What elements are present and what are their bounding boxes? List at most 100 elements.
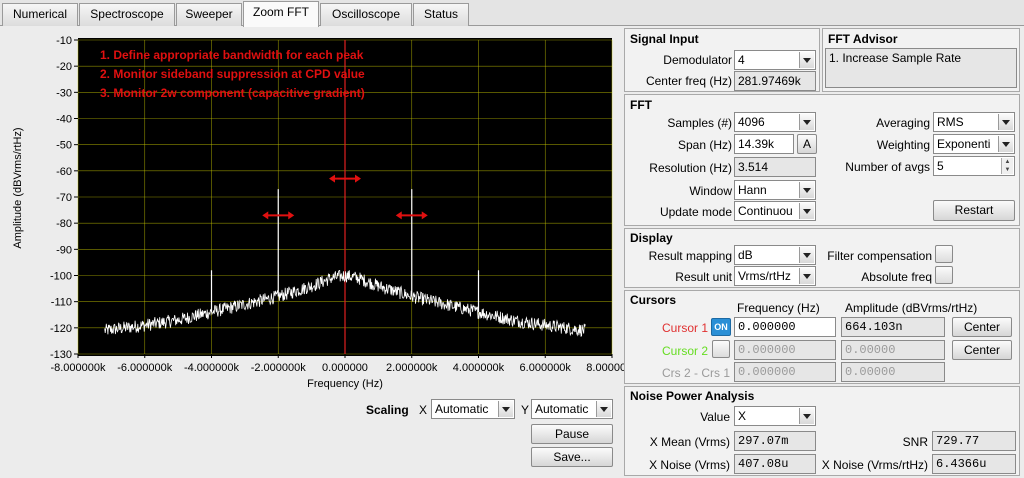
chevron-down-icon — [498, 401, 513, 417]
samples-select[interactable]: 4096 — [734, 112, 816, 132]
restart-button[interactable]: Restart — [933, 200, 1015, 221]
cursor-2-toggle[interactable] — [712, 340, 730, 358]
spinner-icon[interactable]: ▲ ▼ — [1001, 158, 1013, 174]
cursor-diff-label: Crs 2 - Crs 1 — [661, 366, 730, 380]
resolution-label: Resolution (Hz) — [649, 161, 732, 175]
cursor-2-center-button[interactable]: Center — [952, 340, 1012, 360]
x-noise-density-label: X Noise (Vrms/rtHz) — [821, 458, 928, 472]
chevron-down-icon — [799, 408, 814, 424]
y-tick-label: -70 — [56, 192, 72, 204]
weighting-select[interactable]: Exponenti — [933, 134, 1015, 154]
span-auto-button[interactable]: A — [797, 134, 817, 154]
center-freq-label: Center freq (Hz) — [645, 74, 732, 88]
y-tick-label: -50 — [56, 140, 72, 152]
frequency-header: Frequency (Hz) — [737, 301, 820, 315]
y-axis-label: Amplitude (dBVrms/rtHz) — [12, 127, 24, 249]
result-mapping-select[interactable]: dB — [734, 245, 816, 265]
x-mean-value: 297.07m — [734, 431, 816, 451]
x-scale-label: X — [419, 403, 428, 417]
chevron-down-icon — [998, 136, 1013, 152]
display-title: Display — [630, 231, 673, 245]
num-avgs-input[interactable]: 5 ▲ ▼ — [933, 156, 1015, 176]
span-label: Span (Hz) — [677, 138, 732, 152]
y-tick-label: -130 — [50, 349, 72, 361]
y-tick-label: -80 — [56, 218, 72, 230]
filter-compensation-label: Filter compensation — [827, 249, 932, 263]
window-select[interactable]: Hann — [734, 180, 816, 200]
chevron-down-icon — [799, 203, 814, 219]
arrow-head-left — [329, 174, 335, 183]
x-tick-label: 8.000000k — [586, 362, 624, 374]
x-noise-label: X Noise (Vrms) — [649, 458, 730, 472]
tab-zoom-fft[interactable]: Zoom FFT — [243, 1, 319, 27]
filter-compensation-checkbox[interactable] — [935, 245, 953, 263]
cursor-1-on-toggle[interactable]: ON — [711, 318, 731, 336]
save-button[interactable]: Save... — [531, 447, 613, 467]
arrow-head-right — [421, 211, 428, 220]
arrow-head-left — [395, 211, 402, 220]
y-tick-label: -20 — [56, 61, 72, 73]
cursor-diff-frequency: 0.000000 — [734, 362, 836, 382]
num-avgs-label: Number of avgs — [845, 160, 930, 174]
cursor-2-amplitude: 0.00000 — [841, 340, 945, 360]
center-freq-value: 281.97469k — [734, 71, 816, 91]
cursor-1-amplitude: 664.103n — [841, 317, 945, 337]
y-scale-label: Y — [521, 403, 530, 417]
x-tick-label: -8.000000k — [50, 362, 106, 374]
noise-value-label: Value — [700, 410, 730, 424]
scaling-label: Scaling — [366, 403, 409, 417]
noise-power-title: Noise Power Analysis — [630, 389, 755, 403]
update-mode-select[interactable]: Continuou — [734, 201, 816, 221]
samples-label: Samples (#) — [667, 116, 732, 130]
result-unit-label: Result unit — [675, 270, 732, 284]
y-tick-label: -100 — [50, 271, 72, 283]
absolute-freq-label: Absolute freq — [861, 270, 932, 284]
x-tick-label: -4.000000k — [184, 362, 240, 374]
window-label: Window — [689, 184, 732, 198]
x-noise-density-value: 6.4366u — [932, 454, 1016, 474]
weighting-label: Weighting — [876, 138, 930, 152]
x-tick-label: 4.000000k — [453, 362, 505, 374]
fft-advisor-title: FFT Advisor — [828, 32, 898, 46]
result-mapping-label: Result mapping — [648, 249, 732, 263]
x-tick-label: 2.000000k — [386, 362, 438, 374]
snr-label: SNR — [902, 435, 928, 449]
fft-advisor-text: 1. Increase Sample Rate — [825, 48, 1017, 88]
arrow-head-left — [262, 211, 269, 220]
result-unit-select[interactable]: Vrms/rtHz — [734, 266, 816, 286]
y-tick-label: -60 — [56, 166, 72, 178]
chevron-down-icon — [799, 182, 814, 198]
x-tick-label: 6.000000k — [520, 362, 572, 374]
resolution-value: 3.514 — [734, 157, 816, 177]
pause-button[interactable]: Pause — [531, 424, 613, 444]
y-tick-label: -110 — [51, 297, 72, 309]
y-tick-label: -90 — [56, 244, 72, 256]
chevron-down-icon — [799, 114, 814, 130]
demodulator-select[interactable]: 4 — [734, 50, 816, 70]
cursor-1-label: Cursor 1 — [661, 321, 708, 335]
y-scaling-select[interactable]: Automatic — [531, 399, 613, 419]
cursor-1-frequency[interactable]: 0.000000 — [734, 317, 836, 337]
cursor-2-frequency: 0.000000 — [734, 340, 836, 360]
x-tick-label: 0.000000 — [322, 362, 368, 374]
cursor-1-center-button[interactable]: Center — [952, 317, 1012, 337]
y-tick-label: -40 — [56, 114, 72, 126]
chevron-down-icon — [998, 114, 1013, 130]
x-mean-label: X Mean (Vrms) — [649, 435, 730, 449]
averaging-select[interactable]: RMS — [933, 112, 1015, 132]
x-tick-label: -6.000000k — [117, 362, 173, 374]
cursor-2-label: Cursor 2 — [661, 344, 708, 358]
snr-value: 729.77 — [932, 431, 1016, 451]
chevron-down-icon — [596, 401, 611, 417]
y-tick-label: -120 — [50, 323, 72, 335]
signal-input-title: Signal Input — [630, 32, 699, 46]
chevron-down-icon — [799, 52, 814, 68]
demodulator-label: Demodulator — [663, 53, 732, 67]
span-input[interactable]: 14.39k — [734, 134, 794, 154]
y-tick-label: -30 — [56, 87, 72, 99]
y-tick-label: -10 — [56, 35, 72, 47]
absolute-freq-checkbox[interactable] — [935, 266, 953, 284]
x-scaling-select[interactable]: Automatic — [431, 399, 515, 419]
noise-value-select[interactable]: X — [734, 406, 816, 426]
annotation-1: 1. Define appropriate bandwidth for each… — [100, 48, 364, 62]
